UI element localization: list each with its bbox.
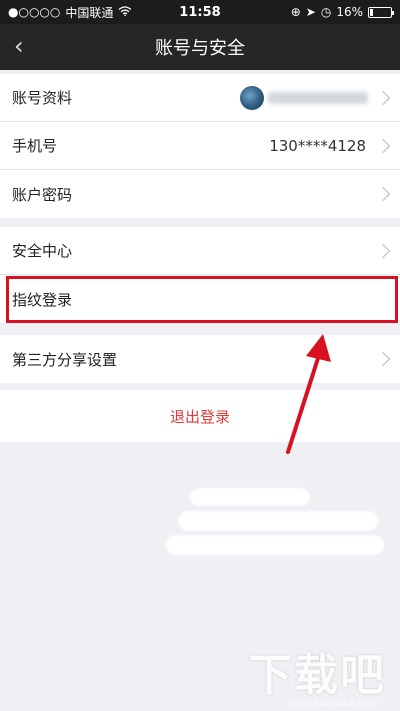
- watermark-url: www.xiazaiba.com: [287, 698, 380, 709]
- watermark-logo: 下载吧: [248, 650, 386, 701]
- annotation-arrow-icon: [286, 334, 331, 454]
